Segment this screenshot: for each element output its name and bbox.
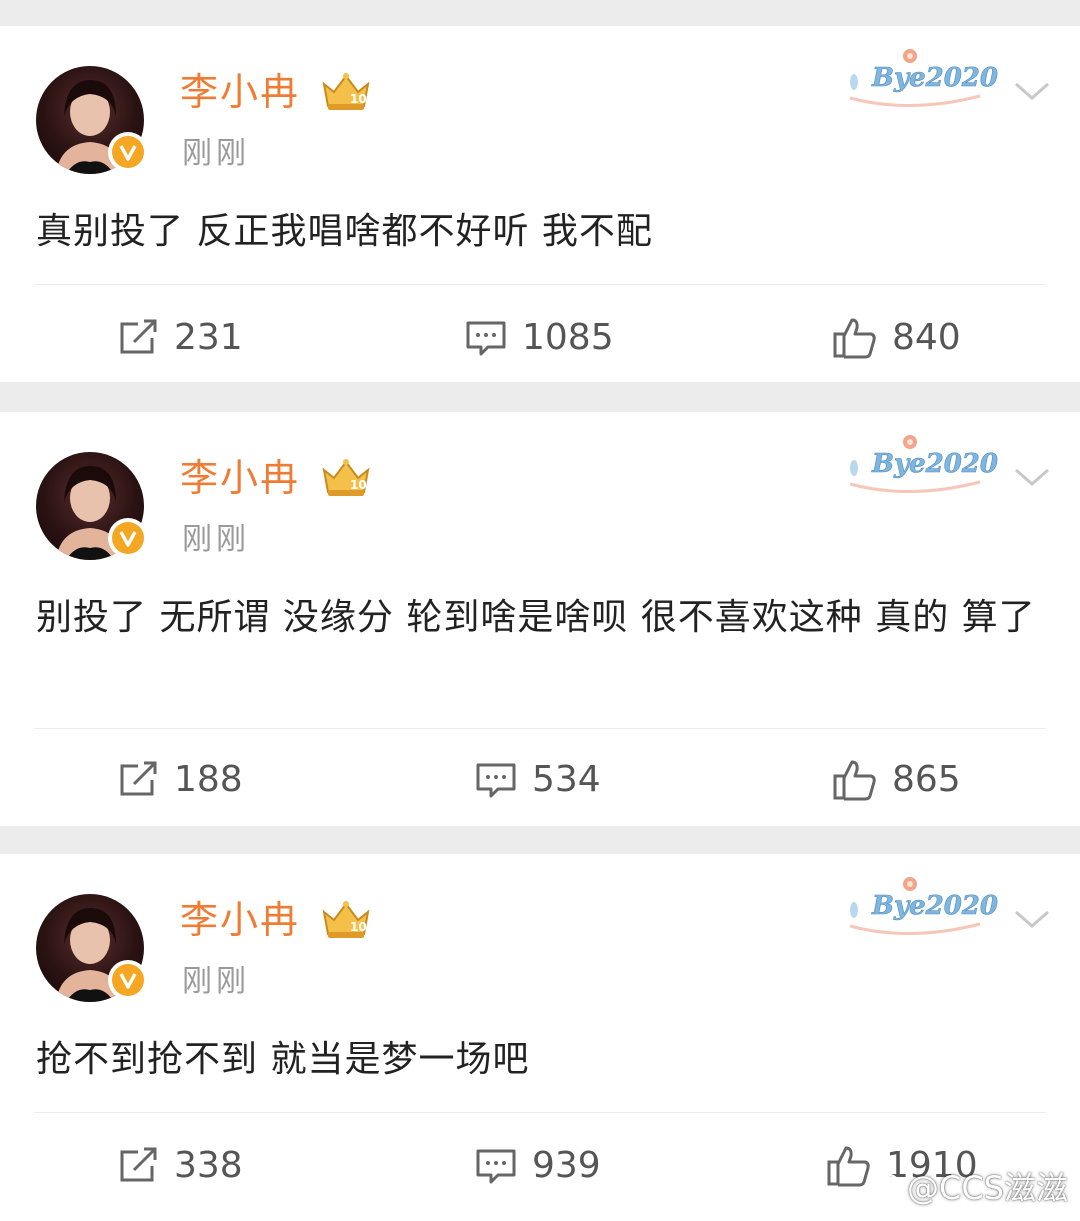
post-card-1: 李小冉 10 刚刚 Bye2020 真别投了 反正我唱啥都不好听 我不配 231… bbox=[0, 26, 1080, 382]
like-button[interactable]: 865 bbox=[832, 750, 961, 810]
bye2020-badge: Bye2020 bbox=[840, 40, 1000, 110]
post-content: 别投了 无所谓 没缘分 轮到啥是啥呗 很不喜欢这种 真的 算了 bbox=[36, 597, 1036, 638]
crown-level: 10 bbox=[350, 478, 367, 492]
crown-level: 10 bbox=[350, 92, 367, 106]
comment-button[interactable]: 1085 bbox=[464, 308, 614, 368]
comment-count: 939 bbox=[532, 1145, 601, 1186]
action-bar: 231 1085 840 bbox=[0, 308, 1080, 368]
comment-button[interactable]: 534 bbox=[474, 750, 601, 810]
avatar[interactable] bbox=[36, 452, 148, 560]
comment-count: 534 bbox=[532, 759, 601, 800]
repost-count: 231 bbox=[174, 317, 243, 358]
chevron-down-icon[interactable] bbox=[1008, 904, 1056, 936]
like-button[interactable]: 840 bbox=[832, 308, 961, 368]
divider bbox=[34, 284, 1046, 285]
repost-icon bbox=[120, 1147, 157, 1182]
watermark: @CCS滋滋 bbox=[865, 1163, 1068, 1209]
thumbs-up-icon bbox=[833, 760, 876, 801]
post-card-2: 李小冉 10 刚刚 Bye2020 别投了 无所谓 没缘分 轮到啥是啥呗 很不喜… bbox=[0, 412, 1080, 826]
bye2020-badge: Bye2020 bbox=[840, 868, 1000, 938]
comment-button[interactable]: 939 bbox=[474, 1136, 601, 1196]
chevron-down-icon[interactable] bbox=[1008, 462, 1056, 494]
repost-count: 188 bbox=[174, 759, 243, 800]
repost-button[interactable]: 188 bbox=[116, 750, 243, 810]
repost-button[interactable]: 338 bbox=[116, 1136, 243, 1196]
username[interactable]: 李小冉 bbox=[180, 70, 300, 114]
divider bbox=[34, 1112, 1046, 1113]
comment-icon bbox=[476, 763, 516, 798]
crown-icon[interactable]: 10 bbox=[320, 456, 372, 498]
thumbs-up-icon bbox=[833, 318, 876, 359]
chevron-down-icon[interactable] bbox=[1008, 76, 1056, 108]
repost-button[interactable]: 231 bbox=[116, 308, 243, 368]
post-content: 真别投了 反正我唱啥都不好听 我不配 bbox=[36, 211, 653, 252]
post-content: 抢不到抢不到 就当是梦一场吧 bbox=[36, 1039, 530, 1080]
verified-v-icon bbox=[108, 132, 148, 172]
weibo-icon bbox=[865, 1173, 900, 1201]
bye2020-text: Bye2020 bbox=[871, 63, 998, 93]
repost-icon bbox=[120, 319, 157, 354]
post-time: 刚刚 bbox=[182, 964, 250, 999]
verified-v-icon bbox=[108, 518, 148, 558]
verified-v-icon bbox=[108, 960, 148, 1000]
post-time: 刚刚 bbox=[182, 522, 250, 557]
comment-icon bbox=[466, 321, 506, 356]
comment-count: 1085 bbox=[522, 317, 614, 358]
like-count: 865 bbox=[892, 759, 961, 800]
avatar[interactable] bbox=[36, 66, 148, 174]
repost-icon bbox=[120, 761, 157, 796]
bye2020-text: Bye2020 bbox=[871, 891, 998, 921]
post-time: 刚刚 bbox=[182, 136, 250, 171]
avatar[interactable] bbox=[36, 894, 148, 1002]
bye2020-text: Bye2020 bbox=[871, 449, 998, 479]
crown-icon[interactable]: 10 bbox=[320, 70, 372, 112]
crown-icon[interactable]: 10 bbox=[320, 898, 372, 940]
like-count: 840 bbox=[892, 317, 961, 358]
comment-icon bbox=[476, 1149, 516, 1184]
action-bar: 188 534 865 bbox=[0, 750, 1080, 810]
divider bbox=[34, 728, 1046, 729]
bye2020-badge: Bye2020 bbox=[840, 426, 1000, 496]
repost-count: 338 bbox=[174, 1145, 243, 1186]
username[interactable]: 李小冉 bbox=[180, 898, 300, 942]
weibo-feed: 李小冉 10 刚刚 Bye2020 真别投了 反正我唱啥都不好听 我不配 231… bbox=[0, 0, 1080, 1221]
watermark-text: @CCS滋滋 bbox=[906, 1169, 1068, 1207]
username[interactable]: 李小冉 bbox=[180, 456, 300, 500]
crown-level: 10 bbox=[350, 920, 367, 934]
